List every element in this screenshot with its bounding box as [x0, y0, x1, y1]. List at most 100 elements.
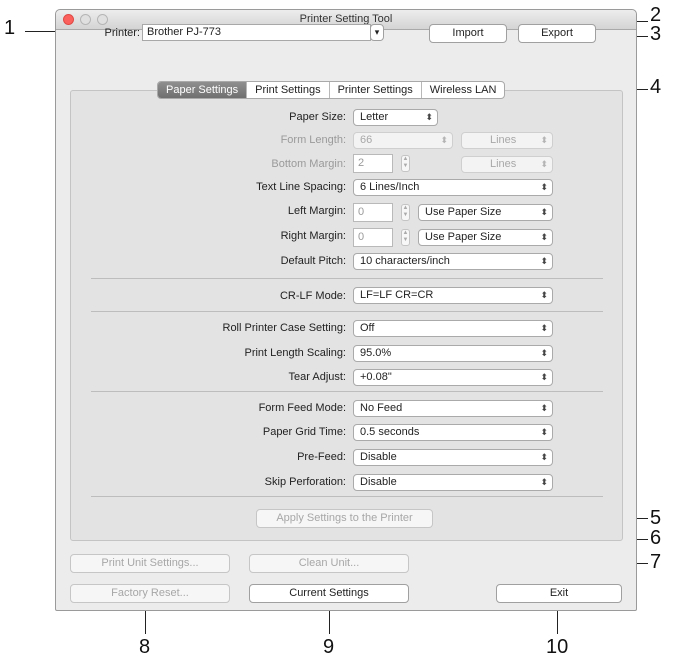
paper-grid-time-value: 0.5 seconds [360, 426, 420, 438]
popup-arrows-icon: ⬍ [540, 182, 548, 192]
print-length-scaling-label: Print Length Scaling: [244, 347, 346, 359]
popup-arrows-icon: ⬍ [540, 323, 548, 333]
cr-lf-mode-label: CR-LF Mode: [279, 290, 346, 302]
right-margin-unit-value: Use Paper Size [425, 231, 502, 243]
form-length-label: Form Length: [280, 134, 346, 146]
skip-perforation-label: Skip Perforation: [264, 476, 346, 488]
paper-grid-time-label: Paper Grid Time: [262, 426, 346, 438]
roll-printer-case-select[interactable]: Off ⬍ [353, 320, 553, 337]
popup-arrows-icon: ⬍ [540, 256, 548, 266]
bottom-margin-label: Bottom Margin: [271, 158, 346, 170]
popup-arrows-icon: ⬍ [540, 207, 548, 217]
divider [91, 311, 603, 312]
roll-printer-case-value: Off [360, 322, 375, 334]
tab-printer-settings[interactable]: Printer Settings [330, 82, 422, 98]
left-margin-stepper[interactable]: ▲ ▼ [401, 204, 410, 221]
popup-arrows-icon: ⬍ [540, 232, 548, 242]
divider [91, 496, 603, 497]
import-button[interactable]: Import [429, 24, 507, 43]
skip-perforation-select[interactable]: Disable ⬍ [353, 474, 553, 491]
cr-lf-mode-value: LF=LF CR=CR [360, 289, 434, 301]
tear-adjust-label: Tear Adjust: [288, 371, 346, 383]
callout-4: 4 [650, 76, 662, 98]
popup-arrows-icon: ⬍ [540, 135, 548, 145]
form-feed-mode-value: No Feed [360, 402, 403, 414]
default-pitch-value: 10 characters/inch [360, 255, 450, 267]
pre-feed-select[interactable]: Disable ⬍ [353, 449, 553, 466]
left-margin-label: Left Margin: [287, 205, 346, 217]
text-line-spacing-select[interactable]: 6 Lines/Inch ⬍ [353, 179, 553, 196]
left-margin-unit-value: Use Paper Size [425, 206, 502, 218]
bottom-margin-unit-select[interactable]: Lines ⬍ [461, 156, 553, 173]
clean-unit-button[interactable]: Clean Unit... [249, 554, 409, 573]
roll-printer-case-label: Roll Printer Case Setting: [222, 322, 347, 334]
text-line-spacing-label: Text Line Spacing: [256, 181, 346, 193]
divider [91, 391, 603, 392]
popup-arrows-icon: ⬍ [440, 135, 448, 145]
bottom-margin-unit-value: Lines [490, 158, 517, 170]
form-length-select[interactable]: 66 ⬍ [353, 132, 453, 149]
printer-label: Printer: [104, 27, 140, 39]
pre-feed-value: Disable [360, 451, 397, 463]
right-margin-unit-select[interactable]: Use Paper Size ⬍ [418, 229, 553, 246]
divider [91, 278, 603, 279]
form-length-unit-value: Lines [490, 134, 517, 146]
print-unit-settings-button[interactable]: Print Unit Settings... [70, 554, 230, 573]
bottom-margin-stepper[interactable]: ▲ ▼ [401, 155, 410, 172]
tear-adjust-value: +0.08" [360, 371, 392, 383]
tab-wireless-lan[interactable]: Wireless LAN [422, 82, 505, 98]
right-margin-input[interactable]: 0 [353, 228, 393, 247]
paper-size-select[interactable]: Letter ⬍ [353, 109, 438, 126]
apply-settings-button[interactable]: Apply Settings to the Printer [256, 509, 433, 528]
paper-size-label: Paper Size: [289, 111, 346, 123]
left-margin-input[interactable]: 0 [353, 203, 393, 222]
left-margin-unit-select[interactable]: Use Paper Size ⬍ [418, 204, 553, 221]
callout-1: 1 [4, 17, 16, 39]
printer-combo[interactable]: Brother PJ-773 [142, 24, 371, 41]
right-margin-stepper[interactable]: ▲ ▼ [401, 229, 410, 246]
printer-dropdown-button[interactable]: ▾ [370, 24, 384, 41]
callout-3: 3 [650, 23, 662, 45]
default-pitch-select[interactable]: 10 characters/inch ⬍ [353, 253, 553, 270]
print-length-scaling-select[interactable]: 95.0% ⬍ [353, 345, 553, 362]
factory-reset-button[interactable]: Factory Reset... [70, 584, 230, 603]
form-length-unit-select[interactable]: Lines ⬍ [461, 132, 553, 149]
printer-value: Brother PJ-773 [147, 26, 221, 38]
export-button[interactable]: Export [518, 24, 596, 43]
callout-9: 9 [323, 636, 335, 658]
popup-arrows-icon: ⬍ [540, 403, 548, 413]
exit-button[interactable]: Exit [496, 584, 622, 603]
paper-size-value: Letter [360, 111, 389, 123]
popup-arrows-icon: ⬍ [540, 348, 548, 358]
popup-arrows-icon: ⬍ [540, 477, 548, 487]
paper-grid-time-select[interactable]: 0.5 seconds ⬍ [353, 424, 553, 441]
callout-8: 8 [139, 636, 151, 658]
text-line-spacing-value: 6 Lines/Inch [360, 181, 420, 193]
tear-adjust-select[interactable]: +0.08" ⬍ [353, 369, 553, 386]
popup-arrows-icon: ⬍ [540, 452, 548, 462]
printer-setting-window: Printer Setting Tool Printer: Brother PJ… [55, 9, 637, 611]
popup-arrows-icon: ⬍ [540, 372, 548, 382]
chevron-down-icon: ▾ [374, 27, 380, 37]
popup-arrows-icon: ⬍ [540, 159, 548, 169]
default-pitch-label: Default Pitch: [280, 255, 346, 267]
tab-bar: Paper Settings Print Settings Printer Se… [157, 81, 506, 99]
tab-print-settings[interactable]: Print Settings [247, 82, 330, 98]
form-feed-mode-select[interactable]: No Feed ⬍ [353, 400, 553, 417]
current-settings-button[interactable]: Current Settings [249, 584, 409, 603]
print-length-scaling-value: 95.0% [360, 347, 392, 359]
pre-feed-label: Pre-Feed: [297, 451, 346, 463]
form-feed-mode-label: Form Feed Mode: [258, 402, 346, 414]
callout-6: 6 [650, 527, 662, 549]
popup-arrows-icon: ⬍ [425, 112, 433, 122]
popup-arrows-icon: ⬍ [540, 290, 548, 300]
popup-arrows-icon: ⬍ [540, 427, 548, 437]
right-margin-label: Right Margin: [280, 230, 346, 242]
callout-7: 7 [650, 551, 662, 573]
tab-paper-settings[interactable]: Paper Settings [158, 82, 248, 98]
skip-perforation-value: Disable [360, 476, 397, 488]
bottom-margin-input[interactable]: 2 [353, 154, 393, 173]
cr-lf-mode-select[interactable]: LF=LF CR=CR ⬍ [353, 287, 553, 304]
form-length-value: 66 [360, 134, 373, 146]
callout-10: 10 [546, 636, 569, 658]
